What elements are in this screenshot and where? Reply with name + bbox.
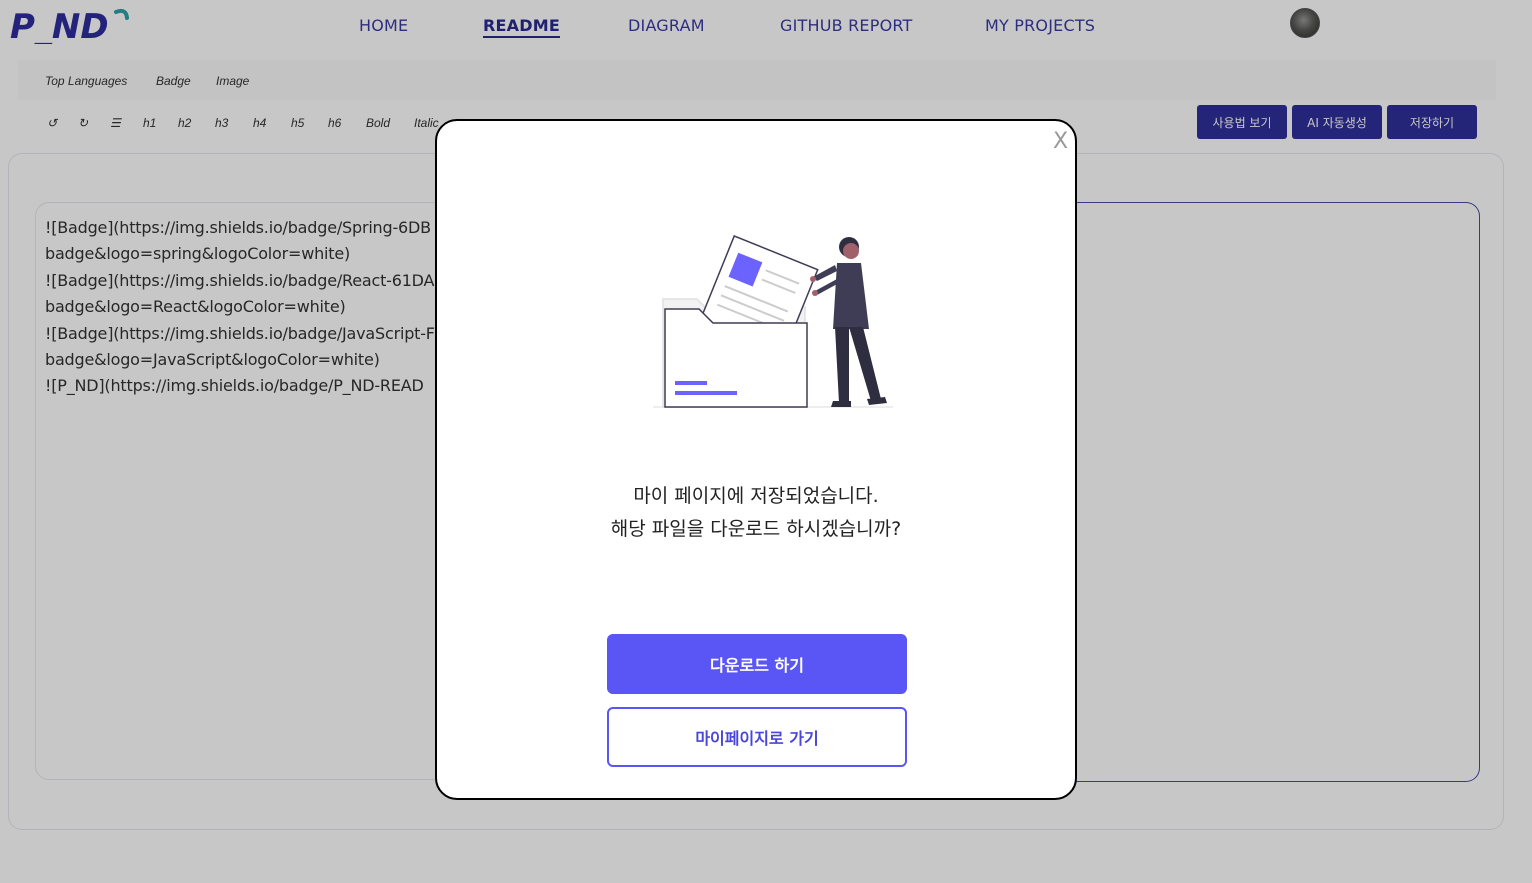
close-icon[interactable]: X: [1053, 129, 1068, 154]
folder-illustration: [653, 231, 893, 411]
save-confirm-modal: X 마이 페이지에 저장되었습니다. 해당 파일을 다운로드 하시겠습니까? 다…: [435, 119, 1077, 800]
modal-message-line-1: 마이 페이지에 저장되었습니다.: [633, 485, 879, 507]
modal-message-line-2: 해당 파일을 다운로드 하시겠습니까?: [610, 518, 902, 540]
download-button[interactable]: 다운로드 하기: [607, 634, 907, 694]
go-to-mypage-button[interactable]: 마이페이지로 가기: [607, 707, 907, 767]
